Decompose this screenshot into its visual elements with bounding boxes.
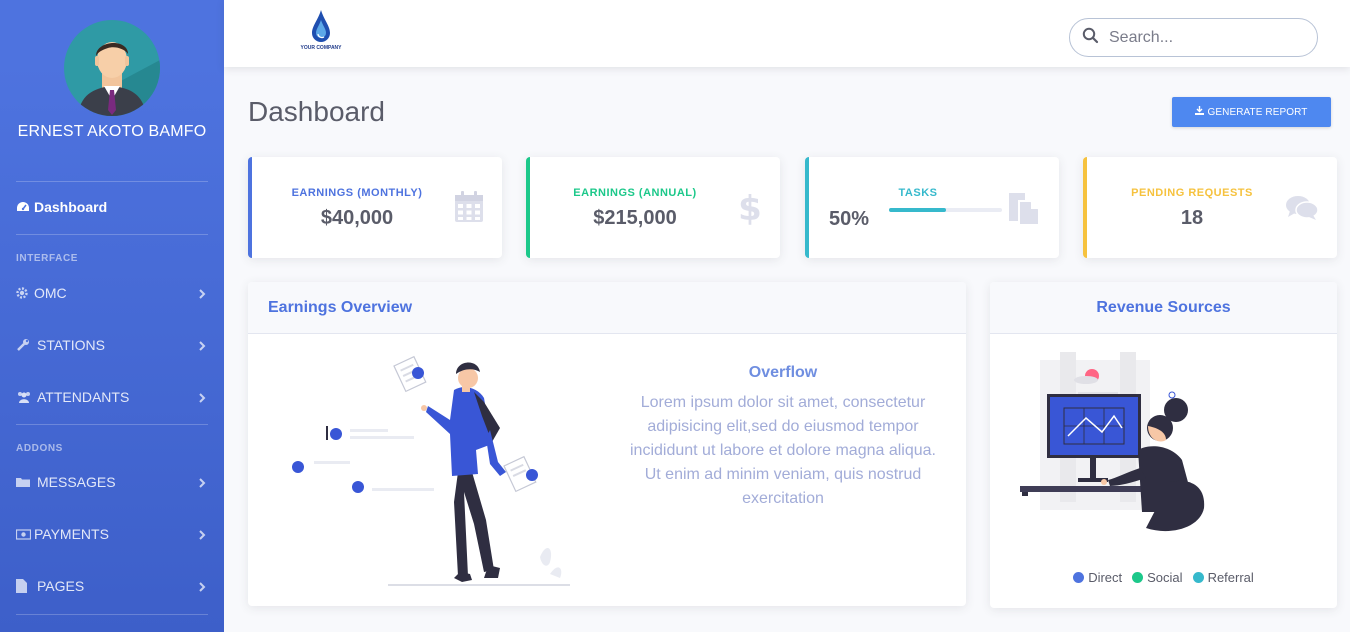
card-header: Revenue Sources [990,282,1337,334]
tachometer-icon [16,201,34,213]
chevron-right-icon [198,476,206,492]
earnings-overview-card: Earnings Overview Overflow Lorem ipsum d… [248,282,966,606]
sidebar-divider [16,424,208,425]
desk-worker-illustration [1020,352,1220,552]
generate-report-label: GENERATE REPORT [1207,106,1308,118]
stat-label: PENDING REQUESTS [1131,187,1253,199]
money-icon [16,528,34,540]
sidebar: ERNEST AKOTO BAMFO Dashboard INTERFACE O… [0,0,224,632]
stat-card-earnings-monthly: EARNINGS (MONTHLY) $40,000 [248,157,502,258]
avatar[interactable] [64,20,160,116]
chevron-right-icon [198,580,206,596]
revenue-legend: Direct Social Referral [990,570,1337,585]
stat-value: 18 [1180,207,1204,229]
sidebar-item-stations[interactable]: STATIONS [16,330,208,360]
user-name: ERNEST AKOTO BAMFO [17,123,207,140]
topbar: YOUR COMPANY [224,0,1350,67]
sidebar-item-label: PAYMENTS [34,526,109,542]
sidebar-heading-interface: INTERFACE [16,253,79,264]
generate-report-button[interactable]: GENERATE REPORT [1172,97,1331,127]
revenue-sources-title: Revenue Sources [1096,299,1231,316]
sidebar-item-label: ATTENDANTS [37,389,130,405]
tasks-progress-bar [889,208,1002,212]
download-icon [1195,106,1205,118]
chevron-right-icon [198,339,206,355]
sidebar-divider [16,614,208,615]
overflow-body: Lorem ipsum dolor sit amet, consectetur … [630,394,936,507]
sidebar-item-label: MESSAGES [37,474,116,490]
sidebar-divider [16,234,208,235]
legend-dot [1132,572,1144,583]
legend-item-referral: Referral [1192,570,1254,585]
users-icon [16,391,37,403]
stat-value: 50% [829,208,870,230]
sidebar-item-label: OMC [34,285,67,301]
calendar-icon [454,191,484,228]
stat-value: $40,000 [320,207,394,229]
legend-item-direct: Direct [1073,570,1122,585]
sidebar-item-messages[interactable]: MESSAGES [16,467,208,497]
wrench-icon [16,338,37,352]
sidebar-item-omc[interactable]: OMC [16,278,208,308]
dollar-icon: $ [738,189,762,230]
sidebar-item-label: Dashboard [34,199,108,215]
chevron-right-icon [198,528,206,544]
legend-label: Direct [1088,570,1123,585]
search-input[interactable] [1109,28,1299,47]
stat-card-pending-requests: PENDING REQUESTS 18 [1083,157,1337,258]
earnings-overview-title: Earnings Overview [268,299,413,316]
legend-label: Referral [1207,570,1254,585]
sidebar-heading-addons: ADDONS [16,443,63,454]
revenue-sources-card: Revenue Sources Direct Social Referral [990,282,1337,608]
stat-value: $215,000 [593,207,677,229]
clipboard-icon [1007,191,1041,230]
search-icon [1082,27,1099,49]
chevron-right-icon [198,287,206,303]
sidebar-item-attendants[interactable]: ATTENDANTS [16,382,208,412]
comments-icon [1285,195,1319,226]
legend-item-social: Social [1132,570,1183,585]
svg-text:$: $ [740,189,760,225]
chevron-right-icon [198,391,206,407]
stat-label: TASKS [898,187,938,199]
legend-label: Social [1147,570,1183,585]
stat-card-tasks: TASKS 50% [805,157,1059,258]
sidebar-item-label: PAGES [37,578,85,594]
walking-person-illustration [278,342,598,592]
stat-card-earnings-annual: EARNINGS (ANNUAL) $215,000 $ [526,157,780,258]
legend-dot [1073,572,1085,583]
sidebar-divider [16,181,208,182]
page-title: Dashboard [248,96,385,127]
sidebar-item-pages[interactable]: PAGES [16,571,208,601]
folder-icon [16,476,37,488]
logo-text: YOUR COMPANY [300,45,342,51]
sidebar-item-dashboard[interactable]: Dashboard [16,192,208,222]
card-header: Earnings Overview [248,282,966,334]
overflow-title: Overflow [748,364,818,381]
company-logo[interactable]: YOUR COMPANY [296,8,346,54]
sidebar-item-label: STATIONS [37,337,105,353]
gear-icon [16,287,34,299]
search-box[interactable] [1069,18,1318,57]
sidebar-item-payments[interactable]: PAYMENTS [16,519,208,549]
tasks-progress-fill [889,208,946,212]
file-icon [16,579,37,593]
legend-dot [1192,572,1204,583]
stat-label: EARNINGS (MONTHLY) [291,187,423,199]
stat-label: EARNINGS (ANNUAL) [573,187,697,199]
